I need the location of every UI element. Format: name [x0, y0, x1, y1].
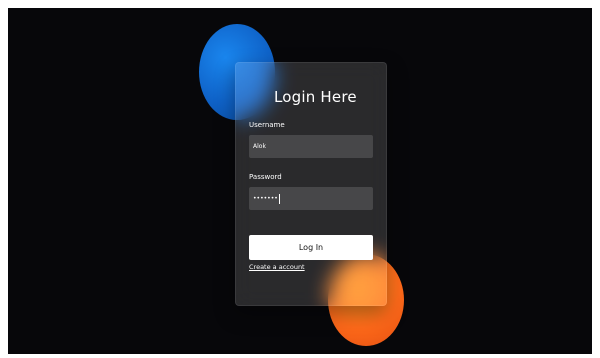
password-label: Password — [249, 173, 282, 181]
login-button[interactable]: Log In — [249, 235, 373, 260]
username-input[interactable]: Alok — [249, 135, 373, 158]
page-background: Login Here Username Alok Password ••••••… — [8, 8, 592, 354]
login-card: Login Here Username Alok Password ••••••… — [235, 62, 387, 306]
create-account-link[interactable]: Create a account — [249, 263, 305, 271]
username-value: Alok — [253, 143, 266, 150]
password-input[interactable]: ••••••• — [249, 187, 373, 210]
password-value: ••••••• — [253, 195, 278, 202]
text-cursor — [278, 193, 280, 204]
username-label: Username — [249, 121, 285, 129]
login-title: Login Here — [274, 88, 357, 106]
